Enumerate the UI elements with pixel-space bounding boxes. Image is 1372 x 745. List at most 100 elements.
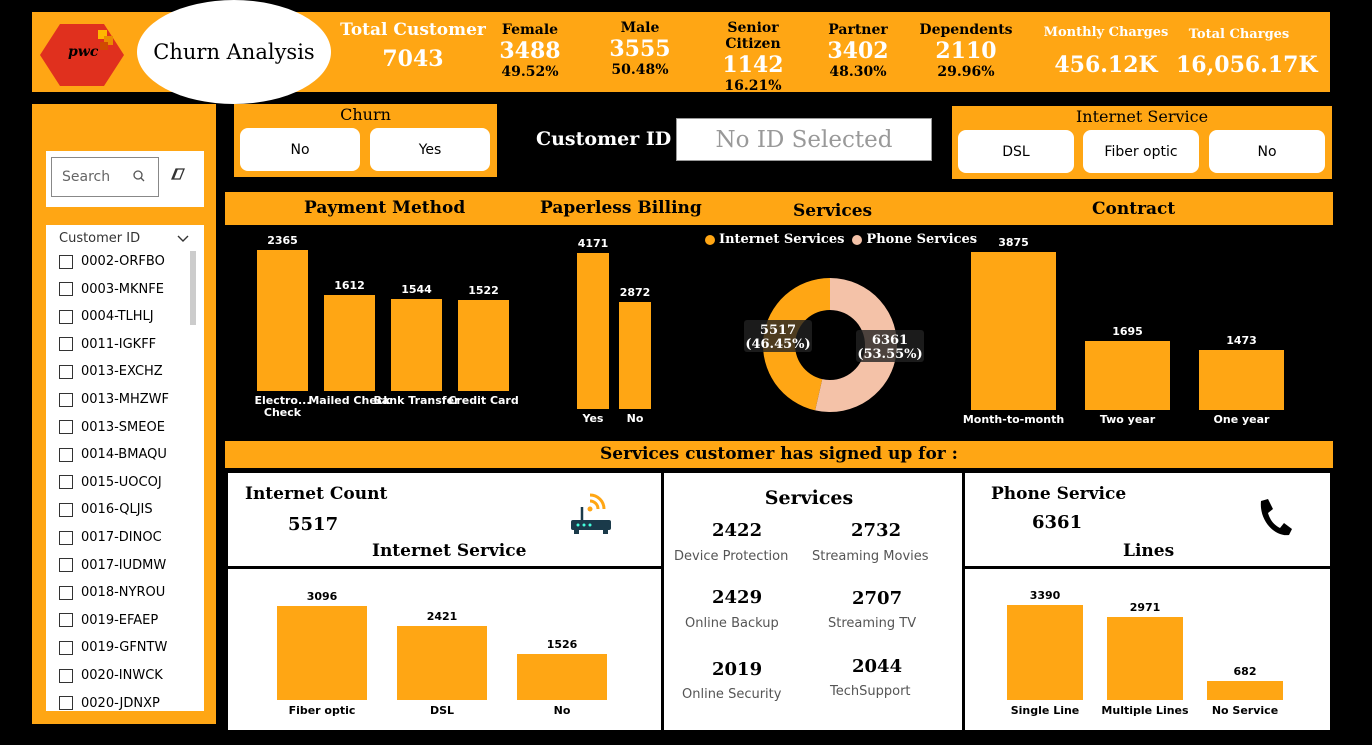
kpi-label: Total Charges (1188, 27, 1290, 42)
customer-list-item[interactable]: 0013-EXCHZ (59, 364, 163, 379)
chart-bar[interactable] (257, 250, 308, 391)
chevron-down-icon[interactable] (176, 230, 190, 249)
checkbox[interactable] (59, 337, 73, 352)
customer-list-item[interactable]: 0016-QLJIS (59, 502, 153, 517)
customer-list-item[interactable]: 0014-BMAQU (59, 447, 167, 462)
kpi-dependents: Dependents 2110 29.96% (918, 22, 1014, 80)
customer-id-label: Customer ID : (536, 128, 685, 150)
internet-option-dsl[interactable]: DSL (958, 130, 1074, 173)
checkbox[interactable] (59, 640, 73, 655)
chart-bar[interactable] (1199, 349, 1284, 410)
customer-list-item[interactable]: 0002-ORFBO (59, 254, 165, 269)
streaming-tv-label: Streaming TV (828, 616, 917, 631)
streaming-movies-label: Streaming Movies (812, 549, 929, 564)
customer-id-text: 0017-DINOC (81, 530, 162, 545)
chart-bar[interactable] (1085, 340, 1170, 410)
checkbox[interactable] (59, 613, 73, 628)
chart-bar[interactable] (458, 300, 509, 391)
checkbox[interactable] (59, 447, 73, 462)
search-icon[interactable] (132, 168, 146, 187)
chart-bar[interactable] (391, 298, 442, 391)
lines-subtitle: Lines (1123, 541, 1175, 561)
churn-option-no[interactable]: No (240, 128, 360, 171)
logo-text: pwc (68, 44, 99, 60)
bar-data-label: 4171 (577, 237, 609, 250)
churn-option-yes[interactable]: Yes (370, 128, 490, 171)
checkbox[interactable] (59, 530, 73, 545)
phone-service-title: Phone Service (991, 484, 1127, 504)
kpi-male: Male 3555 50.48% (600, 20, 680, 78)
scrollbar[interactable] (190, 251, 196, 325)
chart-bar[interactable] (1007, 605, 1083, 700)
customer-id-text: 0019-GFNTW (81, 640, 168, 656)
search-input[interactable]: Search (51, 157, 159, 197)
customer-list-item[interactable]: 0017-IUDMW (59, 558, 166, 573)
checkbox[interactable] (59, 558, 73, 573)
customer-list-item[interactable]: 0020-JDNXP (59, 696, 160, 711)
customer-id-text: 0014-BMAQU (81, 447, 167, 463)
chart-bar[interactable] (517, 653, 607, 700)
bar-data-label: 2421 (426, 610, 458, 624)
checkbox[interactable] (59, 668, 73, 683)
eraser-icon[interactable] (170, 166, 186, 185)
checkbox[interactable] (59, 364, 73, 379)
customer-list-item[interactable]: 0017-DINOC (59, 530, 162, 545)
internet-service-slicer: Internet Service DSL Fiber optic No (952, 106, 1332, 179)
online-backup-value: 2429 (712, 587, 763, 608)
checkbox[interactable] (59, 282, 73, 297)
checkbox[interactable] (59, 392, 73, 407)
customer-list-item[interactable]: 0003-MKNFE (59, 282, 164, 297)
chart-bar[interactable] (1207, 680, 1283, 700)
kpi-pct: 48.30% (829, 64, 887, 80)
bar-data-label: 2365 (267, 234, 298, 247)
chart-bar[interactable] (397, 626, 487, 700)
checkbox[interactable] (59, 696, 73, 711)
customer-list-item[interactable]: 0004-TLHLJ (59, 309, 154, 324)
list-header: Customer ID (59, 231, 141, 246)
kpi-label: Male (620, 20, 660, 36)
checkbox[interactable] (59, 585, 73, 600)
customer-list-item[interactable]: 0015-UOCOJ (59, 475, 162, 490)
customer-list-item[interactable]: 0013-SMEOE (59, 420, 165, 435)
checkbox[interactable] (59, 420, 73, 435)
checkbox[interactable] (59, 502, 73, 517)
chart-bar[interactable] (277, 606, 367, 700)
kpi-label: Monthly Charges (1043, 25, 1169, 40)
customer-id-slicer: Customer ID 0002-ORFBO 0003-MKNFE 0004-TLH… (46, 225, 204, 711)
legend-swatch-phone (852, 234, 863, 245)
customer-list-item[interactable]: 0020-INWCK (59, 668, 163, 683)
customer-list-item[interactable]: 0019-GFNTW (59, 640, 167, 655)
donut-label-text: (53.55%) (857, 347, 922, 362)
bar-data-label: 1544 (401, 282, 432, 296)
customer-list-item[interactable]: 0019-EFAEP (59, 613, 158, 628)
chart-bar[interactable] (1107, 616, 1183, 700)
kpi-total-customer: Total Customer 7043 (340, 20, 486, 72)
chart-bar[interactable] (324, 294, 375, 391)
customer-list-item[interactable]: 0011-IGKFF (59, 337, 156, 352)
kpi-label: Dependents (919, 22, 1013, 38)
bar-category-label: Multiple Lines (1101, 704, 1189, 717)
internet-option-fiber[interactable]: Fiber optic (1083, 130, 1199, 173)
donut-label-text: 5517 (760, 323, 796, 338)
customer-id-text: 0002-ORFBO (81, 254, 165, 269)
checkbox[interactable] (59, 475, 73, 490)
kpi-senior-citizen: Senior Citizen 1142 16.21% (700, 20, 806, 94)
kpi-value: 456.12K (1054, 52, 1158, 78)
chart-bar[interactable] (577, 253, 609, 409)
internet-count-title: Internet Count (245, 484, 388, 504)
customer-list-item[interactable]: 0018-NYROU (59, 585, 165, 600)
checkbox[interactable] (59, 309, 73, 324)
phone-icon (1255, 497, 1293, 541)
chart-bar[interactable] (619, 301, 651, 409)
checkbox[interactable] (59, 254, 73, 269)
customer-list-item[interactable]: 0013-MHZWF (59, 392, 169, 407)
customer-id-text: 0003-MKNFE (81, 281, 164, 297)
internet-option-no[interactable]: No (1209, 130, 1325, 173)
legend-internet: Internet Services (719, 232, 845, 247)
payment-method-title: Payment Method (304, 198, 466, 218)
signed-up-title: Services customer has signed up for : (600, 444, 958, 464)
phone-service-value: 6361 (1032, 512, 1083, 533)
kpi-pct: 49.52% (501, 64, 559, 80)
chart-bar[interactable] (971, 252, 1056, 410)
bar-category-label: Single Line (1010, 704, 1080, 717)
